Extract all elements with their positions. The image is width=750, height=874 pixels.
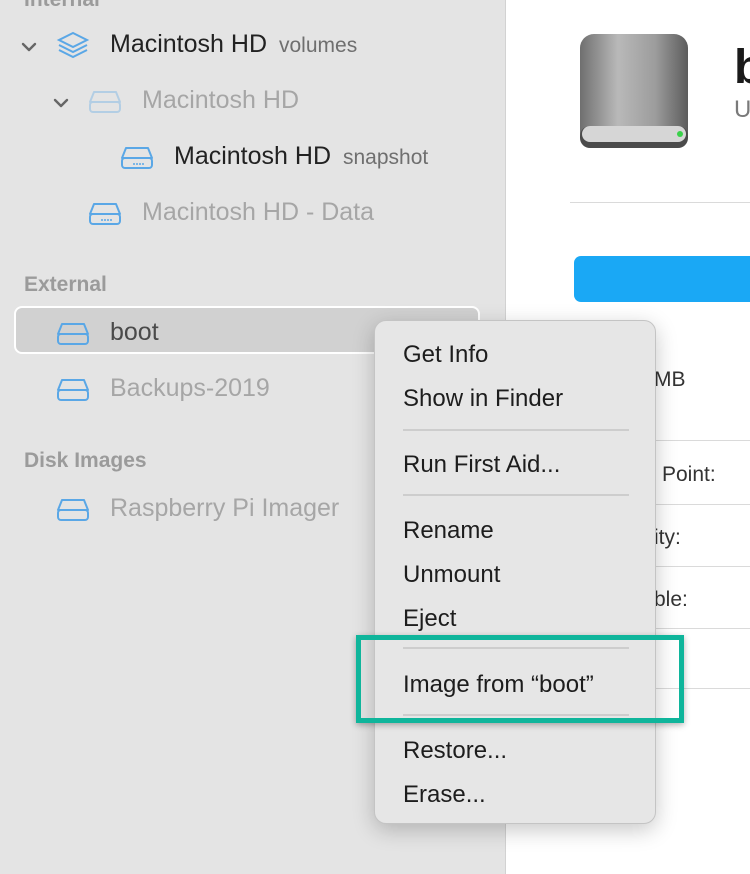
info-size: MB [654,368,686,391]
sidebar-item-label: boot [110,318,159,346]
menu-item-get-info[interactable]: Get Info [403,341,488,369]
capacity-bar [574,256,750,302]
sidebar-item-label: Macintosh HD snapshot [174,142,429,170]
sidebar-item-label: Macintosh HD - Data [142,198,375,226]
external-drive-icon [57,323,89,345]
info-capacity-label: ity: [654,526,681,549]
menu-separator [403,429,629,431]
sidebar-item-label: Macintosh HD [142,86,299,114]
sidebar-item-label: Backups-2019 [110,374,270,402]
internal-drive-icon [121,147,153,169]
section-internal: Internal [24,0,100,12]
external-drive-icon [57,499,89,521]
menu-separator [403,494,629,496]
menu-item-restore[interactable]: Restore... [403,737,507,765]
info-mount-point-label: Point: [662,463,716,486]
divider [570,202,750,203]
sidebar-item-label: Macintosh HD volumes [110,30,358,58]
layers-icon [56,31,90,59]
sidebar-item-label: Raspberry Pi Imager [110,494,340,522]
section-disk-images: Disk Images [24,449,147,472]
drive-icon [89,91,121,113]
internal-drive-icon [89,203,121,225]
chevron-down-icon[interactable] [52,94,70,112]
sidebar-item-macintosh-hd-container[interactable]: Macintosh HD volumes [0,20,505,72]
context-menu: Get Info Show in Finder Run First Aid...… [374,320,656,824]
external-drive-icon [57,379,89,401]
menu-item-rename[interactable]: Rename [403,517,494,545]
disk-title: b [734,41,750,94]
sidebar-item-macintosh-hd-data[interactable]: Macintosh HD - Data [0,188,505,240]
external-disk-large-icon [580,34,688,148]
annotation-highlight-box [356,635,684,723]
chevron-down-icon[interactable] [20,38,38,56]
menu-item-unmount[interactable]: Unmount [403,561,500,589]
section-external: External [24,273,107,296]
menu-item-erase[interactable]: Erase... [403,781,486,809]
sidebar-item-macintosh-hd-snapshot[interactable]: Macintosh HD snapshot [0,132,505,184]
info-available-label: ble: [654,588,688,611]
menu-item-eject[interactable]: Eject [403,605,456,633]
disk-subtitle: U [734,96,750,123]
menu-item-show-in-finder[interactable]: Show in Finder [403,385,563,413]
menu-item-run-first-aid[interactable]: Run First Aid... [403,451,560,479]
sidebar-item-macintosh-hd-volume[interactable]: Macintosh HD [0,76,505,128]
